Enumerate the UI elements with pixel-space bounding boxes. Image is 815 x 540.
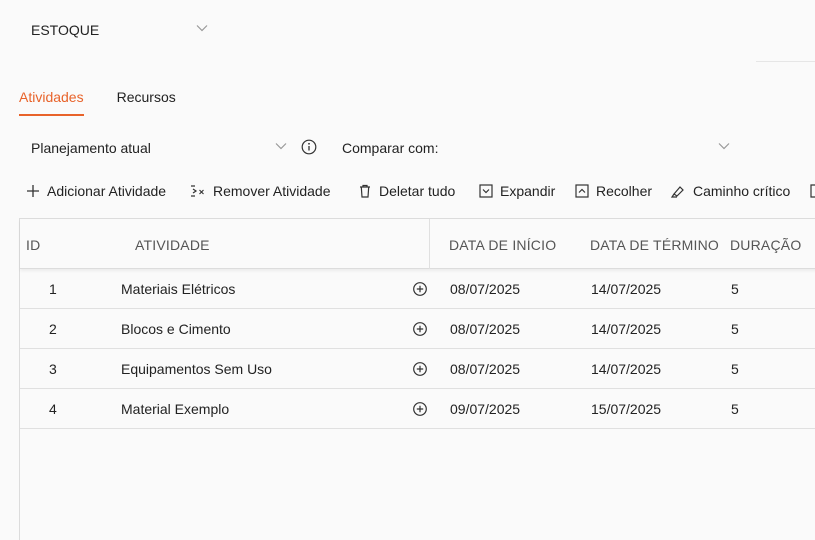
expand-label: Expandir	[500, 183, 556, 199]
add-circle-icon[interactable]	[412, 401, 428, 417]
header-end-date[interactable]: DATA DE TÉRMINO	[590, 237, 719, 253]
table-row[interactable]: 3 Equipamentos Sem Uso 08/07/2025 14/07/…	[20, 349, 815, 389]
row-duration[interactable]: 5	[731, 321, 739, 337]
chevron-down-icon	[275, 143, 287, 150]
compare-select[interactable]: Comparar com:	[330, 133, 740, 163]
row-start-date[interactable]: 08/07/2025	[450, 281, 520, 297]
collapse-label: Recolher	[596, 183, 653, 199]
header-divider	[756, 61, 815, 62]
row-duration[interactable]: 5	[731, 281, 739, 297]
remove-activity-label: Remover Atividade	[213, 183, 331, 199]
plan-select-value: Planejamento atual	[31, 140, 151, 156]
header-activity[interactable]: ATIVIDADE	[135, 237, 210, 253]
row-start-date[interactable]: 08/07/2025	[450, 321, 520, 337]
row-id: 4	[49, 401, 57, 417]
plan-select[interactable]: Planejamento atual	[20, 133, 295, 163]
table-row[interactable]: 2 Blocos e Cimento 08/07/2025 14/07/2025…	[20, 309, 815, 349]
row-duration[interactable]: 5	[731, 361, 739, 377]
add-circle-icon[interactable]	[412, 281, 428, 297]
row-id: 1	[49, 281, 57, 297]
header-id[interactable]: ID	[26, 237, 40, 253]
delete-all-label: Deletar tudo	[379, 183, 456, 199]
partial-box-icon	[810, 184, 815, 198]
row-end-date[interactable]: 14/07/2025	[591, 361, 661, 377]
compare-select-label: Comparar com:	[342, 140, 439, 156]
add-activity-label: Adicionar Atividade	[47, 183, 167, 199]
header-duration[interactable]: DURAÇÃO	[730, 237, 801, 253]
row-end-date[interactable]: 15/07/2025	[591, 401, 661, 417]
grid-header: ID ATIVIDADE DATA DE INÍCIO DATA DE TÉRM…	[20, 219, 815, 269]
table-row[interactable]: 1 Materiais Elétricos 08/07/2025 14/07/2…	[20, 269, 815, 309]
tab-bar: Atividades Recursos	[19, 89, 176, 117]
critical-path-label: Caminho crítico	[693, 183, 791, 199]
row-end-date[interactable]: 14/07/2025	[591, 281, 661, 297]
activities-grid: ID ATIVIDADE DATA DE INÍCIO DATA DE TÉRM…	[19, 218, 815, 540]
project-select[interactable]: ESTOQUE	[20, 12, 220, 48]
info-icon[interactable]	[301, 139, 317, 155]
add-activity-button[interactable]: Adicionar Atividade	[26, 180, 166, 202]
collapse-icon	[575, 184, 589, 198]
row-activity[interactable]: Materiais Elétricos	[121, 281, 235, 297]
header-divider	[429, 219, 430, 269]
row-id: 2	[49, 321, 57, 337]
more-toolbar-button[interactable]	[810, 180, 815, 202]
add-circle-icon[interactable]	[412, 321, 428, 337]
remove-activity-button[interactable]: Remover Atividade	[190, 180, 331, 202]
critical-path-button[interactable]: Caminho crítico	[670, 180, 790, 202]
delete-all-button[interactable]: Deletar tudo	[358, 180, 455, 202]
trash-icon	[360, 184, 370, 198]
row-end-date[interactable]: 14/07/2025	[591, 321, 661, 337]
tab-recursos[interactable]: Recursos	[117, 89, 176, 116]
row-activity[interactable]: Material Exemplo	[121, 401, 229, 417]
toolbar: Adicionar Atividade Remover Atividade De…	[20, 180, 815, 202]
project-select-value: ESTOQUE	[31, 22, 100, 38]
expand-button[interactable]: Expandir	[479, 180, 555, 202]
chevron-down-icon	[718, 143, 730, 150]
row-start-date[interactable]: 09/07/2025	[450, 401, 520, 417]
row-duration[interactable]: 5	[731, 401, 739, 417]
table-row[interactable]: 4 Material Exemplo 09/07/2025 15/07/2025…	[20, 389, 815, 429]
chevron-down-icon	[196, 25, 208, 32]
outdent-remove-icon	[191, 185, 204, 197]
highlighter-icon	[670, 186, 684, 198]
row-activity[interactable]: Blocos e Cimento	[121, 321, 231, 337]
expand-icon	[479, 184, 493, 198]
row-activity[interactable]: Equipamentos Sem Uso	[121, 361, 272, 377]
tab-atividades[interactable]: Atividades	[19, 89, 84, 116]
add-circle-icon[interactable]	[412, 361, 428, 377]
plus-icon	[27, 185, 39, 197]
row-start-date[interactable]: 08/07/2025	[450, 361, 520, 377]
header-start-date[interactable]: DATA DE INÍCIO	[449, 237, 556, 253]
row-id: 3	[49, 361, 57, 377]
collapse-button[interactable]: Recolher	[575, 180, 652, 202]
